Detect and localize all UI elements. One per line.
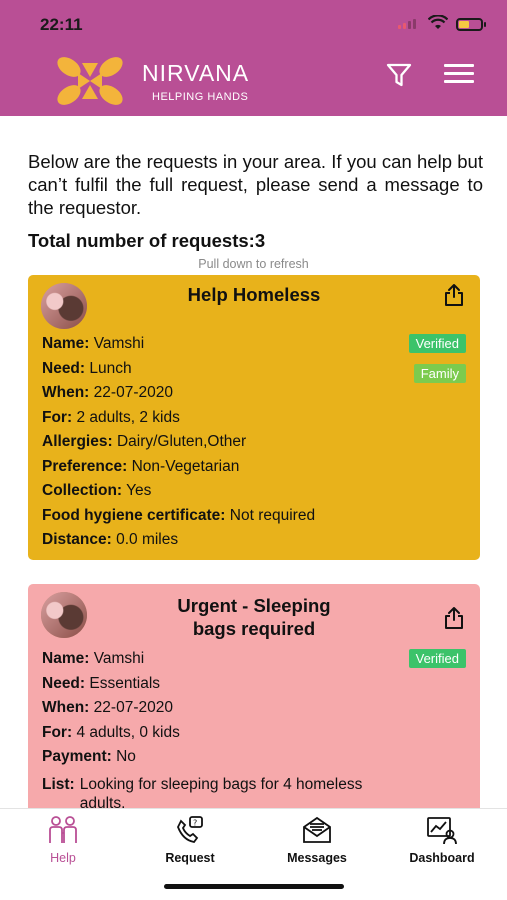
svg-text:?: ? (193, 819, 197, 828)
people-icon (49, 816, 77, 843)
request-icon: ? (177, 816, 203, 843)
field-collection: Collection: Yes (42, 482, 152, 499)
tab-request[interactable]: ? Request (135, 815, 245, 865)
nirvana-logo-icon (57, 57, 123, 105)
tab-help-label: Help (50, 851, 76, 865)
field-name: Name: Vamshi (42, 650, 145, 667)
tab-dashboard[interactable]: Dashboard (387, 815, 497, 865)
app-root: 22:11 NIRVANA HELPING HANDS Below are th… (0, 0, 507, 900)
status-bar: 22:11 (0, 0, 507, 44)
field-for: For: 4 adults, 0 kids (42, 723, 180, 741)
status-time: 22:11 (40, 15, 83, 34)
field-name: Name: Vamshi (42, 335, 145, 352)
tab-dashboard-label: Dashboard (409, 851, 475, 865)
share-icon[interactable] (443, 606, 465, 630)
avatar (41, 283, 87, 329)
field-distance: Distance: 0.0 miles (42, 531, 179, 548)
request-details: Name: Vamshi Need: Essentials When: 22-0… (42, 650, 466, 813)
dashboard-icon (427, 817, 457, 845)
request-card[interactable]: Help Homeless Verified Family Name: Vams… (28, 275, 480, 560)
field-allergies: Allergies: Dairy/Gluten,Other (42, 433, 247, 450)
field-when: When: 22-07-2020 (42, 699, 173, 716)
app-brand-name: NIRVANA (142, 60, 250, 86)
avatar (41, 592, 87, 638)
signal-icon (398, 19, 416, 29)
field-preference: Preference: Non-Vegetarian (42, 457, 240, 475)
filter-icon[interactable] (385, 62, 413, 88)
intro-text: Below are the requests in your area. If … (28, 151, 483, 218)
battery-icon (456, 18, 486, 31)
field-need: Need: Essentials (42, 674, 161, 692)
wifi-icon (428, 15, 448, 29)
tab-messages[interactable]: Messages (262, 815, 372, 865)
app-header: 22:11 NIRVANA HELPING HANDS (0, 0, 507, 116)
field-list: List: Looking for sleeping bags for 4 hom… (42, 775, 363, 812)
pull-to-refresh-hint: Pull down to refresh (198, 257, 309, 271)
request-details: Name: Vamshi Need: Lunch When: 22-07-202… (42, 335, 466, 556)
messages-icon (303, 816, 331, 843)
app-tagline: HELPING HANDS (152, 91, 249, 103)
total-requests-label: Total number of requests:3 (28, 230, 266, 251)
field-when: When: 22-07-2020 (42, 384, 173, 401)
field-payment: Payment: No (42, 748, 136, 765)
menu-icon[interactable] (444, 64, 474, 86)
field-for: For: 2 adults, 2 kids (42, 408, 180, 426)
home-indicator (164, 884, 344, 889)
request-title: Help Homeless (187, 284, 321, 305)
tab-help[interactable]: Help (8, 815, 118, 865)
field-hygiene-certificate: Food hygiene certificate: Not required (42, 506, 316, 524)
request-card[interactable]: Urgent - Sleeping bags required Verified… (28, 584, 480, 814)
share-icon[interactable] (443, 283, 465, 307)
request-title: Urgent - Sleeping bags required (177, 595, 331, 639)
tab-request-label: Request (165, 851, 215, 865)
field-need: Need: Lunch (42, 359, 132, 377)
tab-messages-label: Messages (287, 851, 347, 865)
